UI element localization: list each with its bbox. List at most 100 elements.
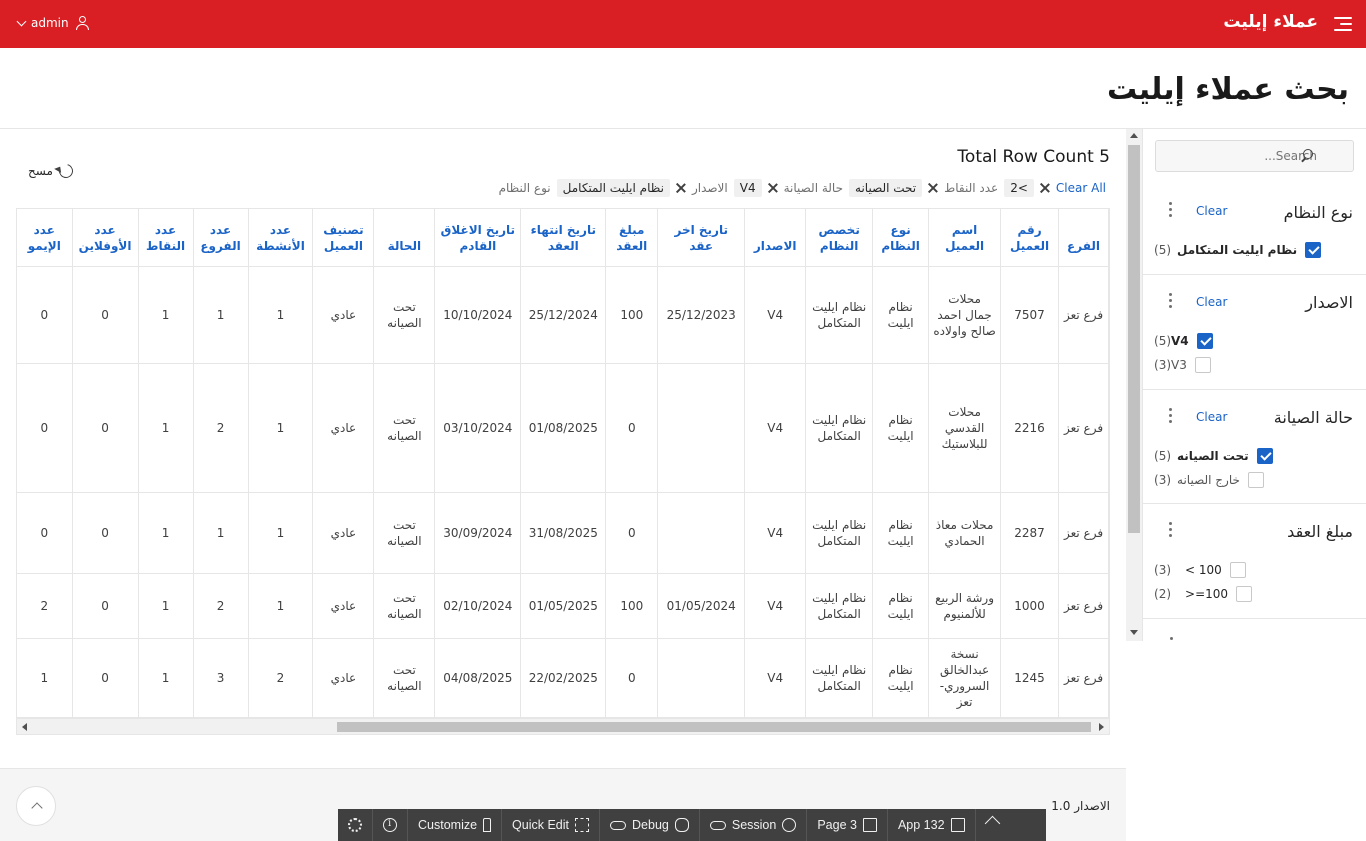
table-cell: محلات جمال احمد صالح واولاده [928,266,1002,364]
column-header[interactable]: تاريخ اخر عقد [657,209,746,267]
table-cell: 31/08/2025 [520,492,607,574]
customize-button[interactable]: Customize [408,809,503,841]
table-cell: V4 [744,573,807,639]
column-header[interactable]: عدد الأوفلاين [72,209,139,267]
checkbox[interactable] [1236,586,1253,602]
table-cell: فرع تعز [1058,266,1109,364]
checkbox[interactable] [1247,472,1264,488]
total-row-count: Total Row Count 5 [957,147,1110,167]
toolbar-options-button[interactable] [338,809,373,841]
scroll-up-icon[interactable] [1130,133,1138,138]
table-cell: 100 [605,266,659,364]
table-cell: 1 [248,363,314,493]
column-header[interactable]: نوع النظام [872,209,930,267]
horizontal-scrollbar[interactable] [16,718,1110,735]
column-header[interactable]: عدد الإيمو [17,209,73,267]
remove-filter-icon[interactable] [768,183,778,193]
table-cell: V4 [744,638,807,717]
info-icon [383,818,397,832]
more-options-icon[interactable] [1169,202,1173,220]
table-cell: 0 [72,363,139,493]
scroll-down-icon[interactable] [1130,630,1138,635]
scroll-right-icon[interactable] [1099,723,1104,731]
scrollbar-thumb[interactable] [337,722,1091,732]
column-header[interactable]: تصنيف العميل [312,209,375,267]
facet-clear-button[interactable]: Clear [1196,295,1227,309]
quick-edit-button[interactable]: Quick Edit [502,809,601,841]
table-cell: نظام ايليت [872,363,930,493]
table-cell: نظام ايليت [872,492,930,574]
table-cell: 0 [17,492,73,574]
table-cell: 22/02/2025 [520,638,607,717]
column-header[interactable]: الاصدار [744,209,807,267]
more-options-icon[interactable] [1169,408,1173,426]
facet-option[interactable]: خارج الصيانه (3) [1154,471,1354,489]
table-cell: فرع تعز [1058,363,1109,493]
filter-chip[interactable]: >2 [1004,179,1034,197]
reset-button[interactable]: مسح [28,161,76,181]
table-cell [657,363,746,493]
checkbox[interactable] [1256,448,1273,464]
checkbox[interactable] [1196,333,1213,349]
table-cell [657,638,746,717]
scroll-to-top-button[interactable] [16,786,56,826]
page-button[interactable]: Page 3 [807,809,888,841]
more-options-icon[interactable] [1170,637,1174,641]
column-header[interactable]: الفرع [1058,209,1109,267]
column-header[interactable]: الحالة [373,209,436,267]
facet-option[interactable]: نظام ايليت المتكامل (5) [1154,241,1354,259]
column-header[interactable]: رقم العميل [1000,209,1060,267]
facet-clear-button[interactable]: Clear [1196,410,1227,424]
facet-option[interactable]: 100=< (2) [1154,585,1354,603]
search-input[interactable] [1156,141,1353,171]
checkbox[interactable] [1305,242,1322,258]
column-header[interactable]: عدد الأنشطة [248,209,314,267]
column-header[interactable]: عدد النقاط [138,209,194,267]
app-button[interactable]: App 132 [888,809,976,841]
filter-chip[interactable]: V4 [733,179,762,197]
column-header[interactable]: مبلغ العقد [605,209,659,267]
toolbar-info-button[interactable] [373,809,408,841]
facet-option[interactable]: تحت الصيانه (5) [1154,447,1354,465]
column-header[interactable]: اسم العميل [928,209,1002,267]
table-row: فرع تعز 7507 محلات جمال احمد صالح واولاده ن… [17,266,1109,364]
column-header[interactable]: عدد الفروع [193,209,249,267]
filter-label: عدد النقاط [944,181,999,195]
scrollbar-thumb[interactable] [1128,145,1140,533]
filter-chip[interactable]: نظام ايليت المتكامل [556,179,670,197]
table-cell: 1245 [1000,638,1060,717]
hamburger-menu-icon[interactable] [1332,15,1352,33]
cursor-select-icon [575,818,590,832]
user-menu[interactable]: admin [16,16,89,30]
more-options-icon[interactable] [1169,293,1173,311]
table-cell: 100 [605,573,659,639]
vertical-scrollbar[interactable] [1126,129,1142,641]
remove-filter-icon[interactable] [1040,183,1050,193]
session-button[interactable]: Session [700,809,808,841]
debug-button[interactable]: Debug [600,809,700,841]
facet-option[interactable]: 100 > (3) [1154,561,1354,579]
app-version: الاصدار 1.0 [1051,799,1110,813]
checkbox[interactable] [1229,562,1246,578]
facet-clear-button[interactable]: Clear [1196,204,1227,218]
checkbox[interactable] [1194,357,1211,373]
table-cell: نظام ايليت المتكامل [805,573,874,639]
app-title[interactable]: عملاء إيليت [1223,12,1318,32]
facet-option[interactable]: V3 (3) [1154,356,1354,374]
scroll-left-icon[interactable] [22,723,27,731]
more-options-icon[interactable] [1169,522,1173,540]
remove-filter-icon[interactable] [928,183,938,193]
table-cell: محلات معاذ الحمادي [928,492,1002,574]
table-cell: نظام ايليت المتكامل [805,638,874,717]
home-button[interactable] [976,809,1010,841]
filter-label: حالة الصيانة [783,181,844,195]
facet-option[interactable]: V4 (5) [1154,332,1354,350]
table-cell: نظام ايليت المتكامل [805,492,874,574]
filter-chip[interactable]: تحت الصيانه [849,179,923,197]
search-field[interactable] [1155,140,1354,172]
clear-all-link[interactable]: Clear All [1056,181,1106,195]
column-header[interactable]: تاريخ انتهاء العقد [520,209,607,267]
column-header[interactable]: تخصص النظام [805,209,874,267]
column-header[interactable]: تاريخ الاغلاق القادم [434,209,522,267]
remove-filter-icon[interactable] [676,183,686,193]
